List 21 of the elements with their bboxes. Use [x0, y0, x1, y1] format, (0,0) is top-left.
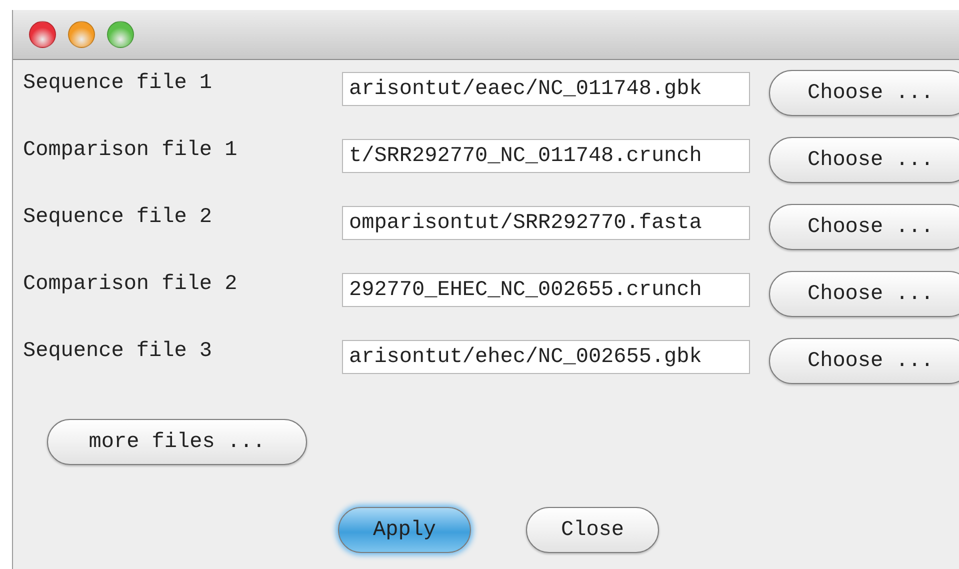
file-label: Sequence file 2 — [23, 205, 214, 231]
choose-button[interactable]: Choose ... — [769, 204, 959, 250]
file-path-field[interactable]: omparisontut/SRR292770.fasta — [342, 206, 750, 240]
minimize-icon[interactable] — [68, 21, 95, 48]
choose-button[interactable]: Choose ... — [769, 70, 959, 116]
choose-button[interactable]: Choose ... — [769, 271, 959, 317]
file-path-field[interactable]: t/SRR292770_NC_011748.crunch — [342, 139, 750, 173]
dialog-button[interactable]: Close — [526, 507, 659, 553]
choose-button[interactable]: Choose ... — [769, 338, 959, 384]
more-files-button[interactable]: more files ... — [47, 419, 307, 465]
zoom-icon[interactable] — [107, 21, 134, 48]
file-label: Sequence file 1 — [23, 71, 214, 97]
file-path-field[interactable]: arisontut/ehec/NC_002655.gbk — [342, 340, 750, 374]
file-path-field[interactable]: 292770_EHEC_NC_002655.crunch — [342, 273, 750, 307]
choose-button[interactable]: Choose ... — [769, 137, 959, 183]
close-icon[interactable] — [29, 21, 56, 48]
file-label: Comparison file 1 — [23, 138, 238, 164]
file-label: Sequence file 3 — [23, 339, 214, 365]
default-button[interactable]: Apply — [338, 507, 471, 553]
file-label: Comparison file 2 — [23, 272, 238, 298]
file-path-field[interactable]: arisontut/eaec/NC_011748.gbk — [342, 72, 750, 106]
